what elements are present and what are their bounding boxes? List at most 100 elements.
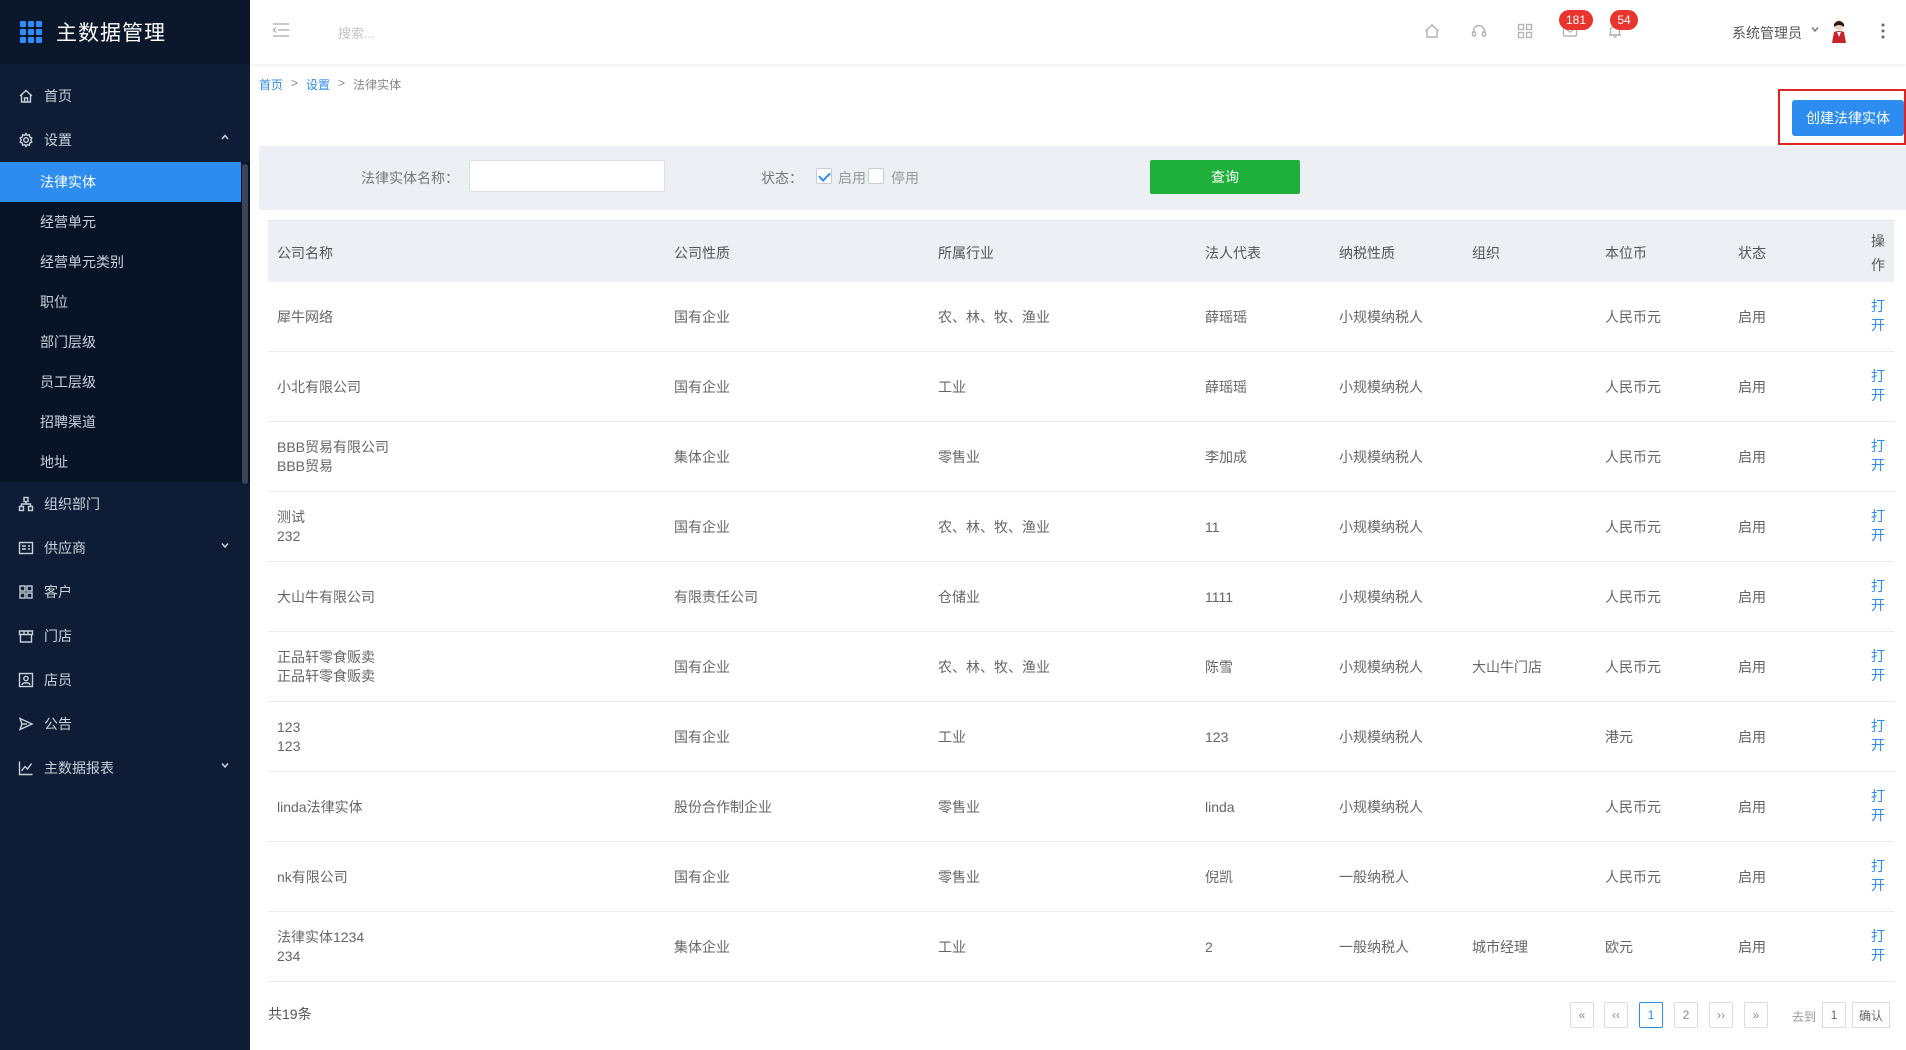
name-filter-label: 法律实体名称： (361, 170, 459, 186)
open-link[interactable]: 打开 (1870, 927, 1886, 965)
sidebar-item-recruit-channel[interactable]: 招聘渠道 (0, 402, 250, 442)
sidebar-item-business-unit-category[interactable]: 经营单元类别 (0, 242, 250, 282)
sidebar-item-address[interactable]: 地址 (0, 442, 250, 482)
cell-org: 大山牛门店 (1472, 659, 1542, 675)
legal-entity-name-input[interactable] (469, 160, 665, 192)
open-link[interactable]: 打开 (1870, 577, 1886, 615)
cell-company: nk有限公司 (277, 869, 348, 885)
cell-industry: 农、林、牧、渔业 (938, 659, 1050, 675)
open-link[interactable]: 打开 (1870, 787, 1886, 825)
breadcrumb: 首页 > 设置 > 法律实体 (259, 76, 401, 93)
cell-legal-rep: 11 (1205, 519, 1220, 535)
table-row: 测试 232 国有企业 农、林、牧、渔业 11 小规模纳税人 人民币元 启用 打开 (268, 492, 1894, 562)
cell-nature: 有限责任公司 (674, 589, 758, 605)
cell-tax: 小规模纳税人 (1339, 659, 1423, 675)
sidebar-item-label: 供应商 (44, 540, 86, 556)
pager-next-button[interactable]: ›› (1709, 1002, 1733, 1028)
open-link[interactable]: 打开 (1870, 437, 1886, 475)
col-header-industry: 所属行业 (938, 245, 994, 261)
app-title: 主数据管理 (56, 22, 166, 45)
goto-confirm-button[interactable]: 确认 (1852, 1002, 1890, 1028)
open-link[interactable]: 打开 (1870, 367, 1886, 405)
sidebar-item-department-level[interactable]: 部门层级 (0, 322, 250, 362)
col-header-legal-rep: 法人代表 (1205, 245, 1261, 261)
cell-tax: 一般纳税人 (1339, 939, 1409, 955)
cell-currency: 人民币元 (1605, 589, 1661, 605)
pager-page-1[interactable]: 1 (1639, 1002, 1663, 1028)
open-link[interactable]: 打开 (1870, 857, 1886, 895)
cell-status: 启用 (1738, 519, 1766, 535)
col-header-operation: 操作 (1871, 233, 1885, 273)
user-name[interactable]: 系统管理员 (1732, 23, 1802, 43)
sidebar-item-label: 主数据报表 (44, 760, 114, 776)
sidebar-item-position[interactable]: 职位 (0, 282, 250, 322)
open-link[interactable]: 打开 (1870, 647, 1886, 685)
chevron-down-icon (220, 540, 230, 553)
cell-company: 犀牛网络 (277, 309, 333, 325)
cell-status: 启用 (1738, 309, 1766, 325)
avatar[interactable] (1828, 18, 1850, 44)
sidebar-scrollbar[interactable] (242, 164, 248, 484)
menu-toggle-icon[interactable] (272, 22, 290, 38)
cell-status: 启用 (1738, 379, 1766, 395)
pager-page-2[interactable]: 2 (1674, 1002, 1698, 1028)
status-enabled-checkbox[interactable] (816, 168, 832, 184)
goto-page-input[interactable]: 1 (1822, 1002, 1846, 1028)
cell-legal-rep: 薛瑶瑶 (1205, 379, 1247, 395)
cell-company: 正品轩零食贩卖 正品轩零食贩卖 (277, 649, 375, 684)
open-link[interactable]: 打开 (1870, 297, 1886, 335)
pager-last-button[interactable]: » (1744, 1002, 1768, 1028)
open-link[interactable]: 打开 (1870, 717, 1886, 755)
sidebar-item-store[interactable]: 门店 (0, 614, 250, 658)
cell-nature: 国有企业 (674, 659, 730, 675)
sidebar-item-legal-entity[interactable]: 法律实体 (0, 162, 241, 202)
table-header: 公司名称 公司性质 所属行业 法人代表 纳税性质 组织 本位币 状态 操作 (268, 220, 1894, 282)
apps-grid-icon[interactable] (1516, 22, 1534, 40)
sidebar: 主数据管理 首页 设置 法律实体 经营单元 经营单元类别 职位 部门层级 员工层… (0, 0, 250, 1050)
search-input[interactable] (338, 22, 538, 44)
cell-legal-rep: 2 (1205, 939, 1213, 955)
pager-prev-button[interactable]: ‹‹ (1604, 1002, 1628, 1028)
total-count: 共19条 (268, 1006, 312, 1022)
cell-currency: 人民币元 (1605, 309, 1661, 325)
create-legal-entity-button[interactable]: 创建法律实体 (1792, 100, 1904, 136)
cell-industry: 零售业 (938, 449, 980, 465)
sidebar-menu: 首页 设置 法律实体 经营单元 经营单元类别 职位 部门层级 员工层级 招聘渠道… (0, 74, 250, 790)
sidebar-item-home[interactable]: 首页 (0, 74, 250, 118)
home-icon[interactable] (1423, 22, 1441, 40)
breadcrumb-separator: > (291, 76, 299, 90)
col-header-nature: 公司性质 (674, 245, 730, 261)
breadcrumb-home-link[interactable]: 首页 (259, 76, 283, 93)
cell-status: 启用 (1738, 449, 1766, 465)
sidebar-item-employee-level[interactable]: 员工层级 (0, 362, 250, 402)
sidebar-item-report[interactable]: 主数据报表 (0, 746, 250, 790)
sidebar-item-settings[interactable]: 设置 (0, 118, 250, 162)
chevron-down-icon[interactable] (1810, 24, 1820, 37)
headset-icon[interactable] (1470, 22, 1488, 40)
sidebar-item-clerk[interactable]: 店员 (0, 658, 250, 702)
breadcrumb-separator: > (338, 76, 346, 90)
sidebar-item-notice[interactable]: 公告 (0, 702, 250, 746)
cell-status: 启用 (1738, 869, 1766, 885)
settings-submenu: 法律实体 经营单元 经营单元类别 职位 部门层级 员工层级 招聘渠道 地址 (0, 162, 250, 482)
line-chart-icon (18, 760, 34, 776)
more-vertical-icon[interactable] (1880, 22, 1886, 40)
breadcrumb-settings-link[interactable]: 设置 (306, 76, 330, 93)
sidebar-item-business-unit[interactable]: 经营单元 (0, 202, 250, 242)
cell-currency: 人民币元 (1605, 659, 1661, 675)
table-row: linda法律实体 股份合作制企业 零售业 linda 小规模纳税人 人民币元 启用 打开 (268, 772, 1894, 842)
sidebar-item-customer[interactable]: 客户 (0, 570, 250, 614)
pager-first-button[interactable]: « (1570, 1002, 1594, 1028)
status-disabled-checkbox[interactable] (868, 168, 884, 184)
open-link[interactable]: 打开 (1870, 507, 1886, 545)
query-button[interactable]: 查询 (1150, 160, 1300, 194)
goto-page-label: 去到 (1792, 1010, 1817, 1024)
sidebar-item-supplier[interactable]: 供应商 (0, 526, 250, 570)
cell-company: 小北有限公司 (277, 379, 361, 395)
sidebar-item-label: 店员 (44, 672, 72, 688)
cell-currency: 港元 (1605, 729, 1633, 745)
cell-industry: 零售业 (938, 799, 980, 815)
sidebar-item-org[interactable]: 组织部门 (0, 482, 250, 526)
sidebar-item-label: 门店 (44, 628, 72, 644)
cell-company: BBB贸易有限公司 BBB贸易 (277, 439, 390, 474)
